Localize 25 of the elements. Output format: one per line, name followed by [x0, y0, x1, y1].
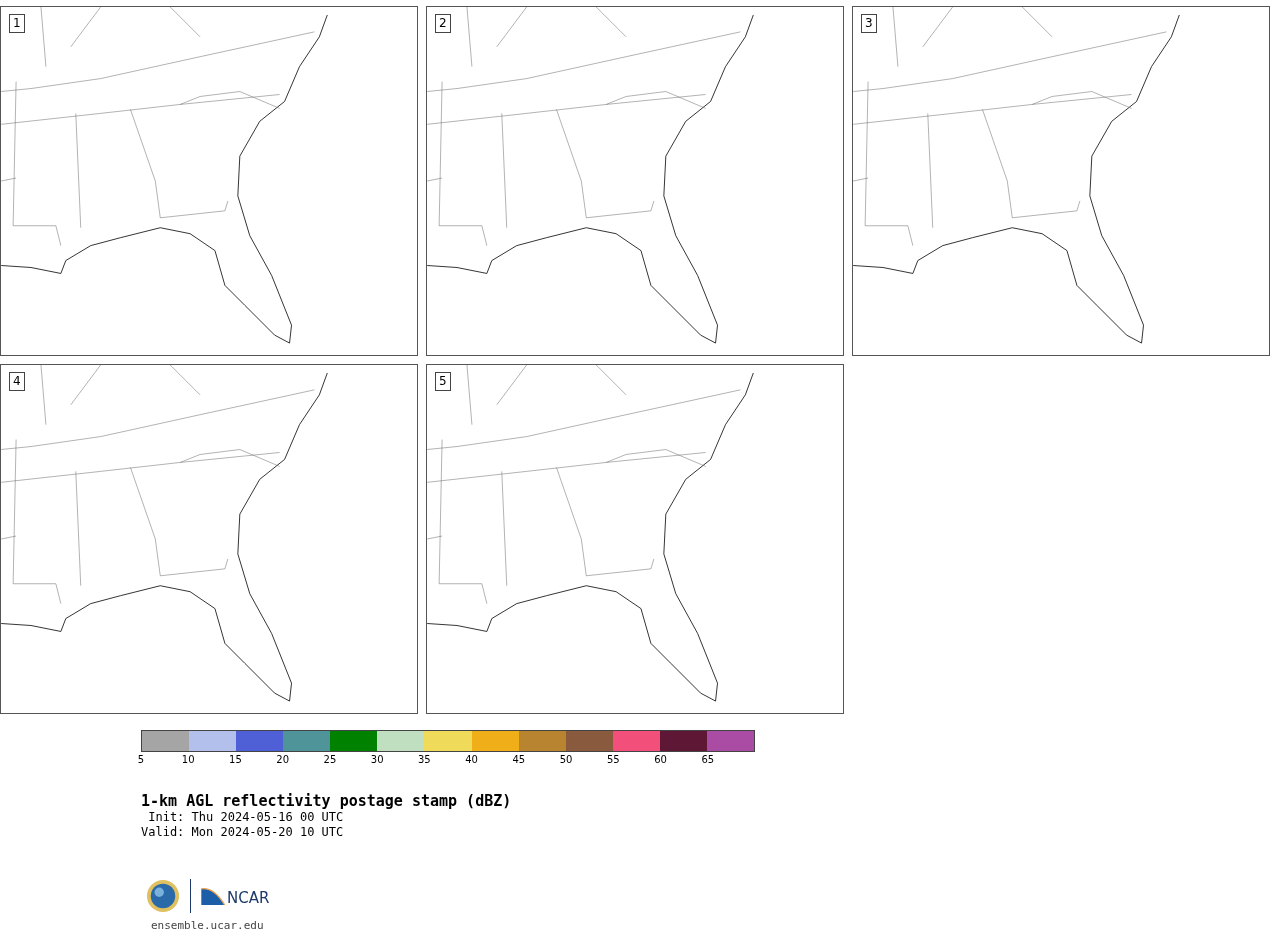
init-time: Init: Thu 2024-05-16 00 UTC — [147, 810, 345, 825]
tick-label: 60 — [654, 754, 667, 765]
tick-label: 5 — [137, 754, 145, 765]
panel-number: 1 — [9, 14, 25, 33]
tick-label: 55 — [606, 754, 620, 765]
tick-label: 15 — [229, 754, 242, 765]
tick-label: 45 — [512, 754, 526, 765]
panel-number: 3 — [861, 14, 877, 33]
tick-label: 10 — [181, 754, 195, 765]
panel-number: 2 — [435, 14, 451, 33]
tick-label: 65 — [701, 754, 715, 765]
logo-text: NCAR — [227, 889, 270, 907]
tick-label: 50 — [559, 754, 573, 765]
globe-seal-icon — [146, 879, 180, 913]
swoosh-icon — [201, 887, 225, 905]
tick-label: 35 — [418, 754, 431, 765]
chart-title: 1-km AGL reflectivity postage stamp (dBZ) — [141, 792, 513, 810]
valid-time: Valid: Mon 2024-05-20 10 UTC — [141, 825, 345, 840]
tick-label: 20 — [276, 754, 290, 765]
panel-number: 4 — [9, 372, 25, 391]
panel-number: 5 — [435, 372, 451, 391]
website-link[interactable]: ensemble.ucar.edu — [151, 919, 264, 932]
tick-label: 40 — [465, 754, 478, 765]
tick-label: 30 — [370, 754, 384, 765]
tick-label: 25 — [323, 754, 337, 765]
